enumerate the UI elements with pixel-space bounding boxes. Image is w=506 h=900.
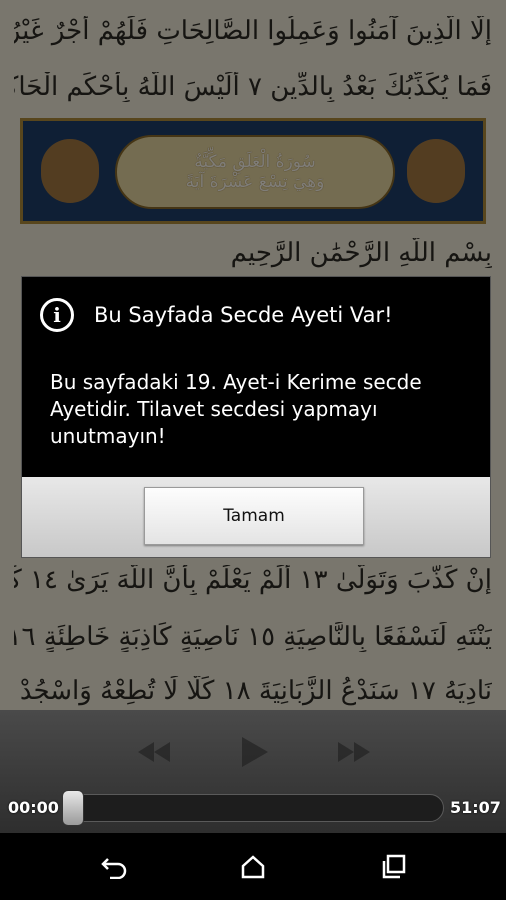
total-time: 51:07 [450, 798, 501, 817]
rewind-icon[interactable] [132, 732, 176, 772]
info-icon: i [40, 298, 74, 332]
secde-alert-dialog: i Bu Sayfada Secde Ayeti Var! Bu sayfada… [22, 277, 490, 557]
current-time: 00:00 [8, 798, 59, 817]
system-navigation-bar [0, 833, 506, 900]
dialog-button-bar: Tamam [22, 477, 490, 557]
dialog-title: Bu Sayfada Secde Ayeti Var! [94, 303, 393, 327]
seek-thumb[interactable] [62, 790, 84, 826]
seek-bar[interactable] [68, 794, 444, 822]
dialog-header: i Bu Sayfada Secde Ayeti Var! [22, 277, 490, 353]
play-icon[interactable] [232, 732, 276, 772]
back-icon[interactable] [86, 847, 142, 887]
fast-forward-icon[interactable] [332, 732, 376, 772]
ok-button[interactable]: Tamam [144, 487, 364, 545]
home-icon[interactable] [225, 847, 281, 887]
recent-apps-icon[interactable] [366, 847, 422, 887]
dialog-message: Bu sayfadaki 19. Ayet-i Kerime secde Aye… [50, 370, 422, 448]
audio-player: 00:00 51:07 [0, 710, 506, 833]
